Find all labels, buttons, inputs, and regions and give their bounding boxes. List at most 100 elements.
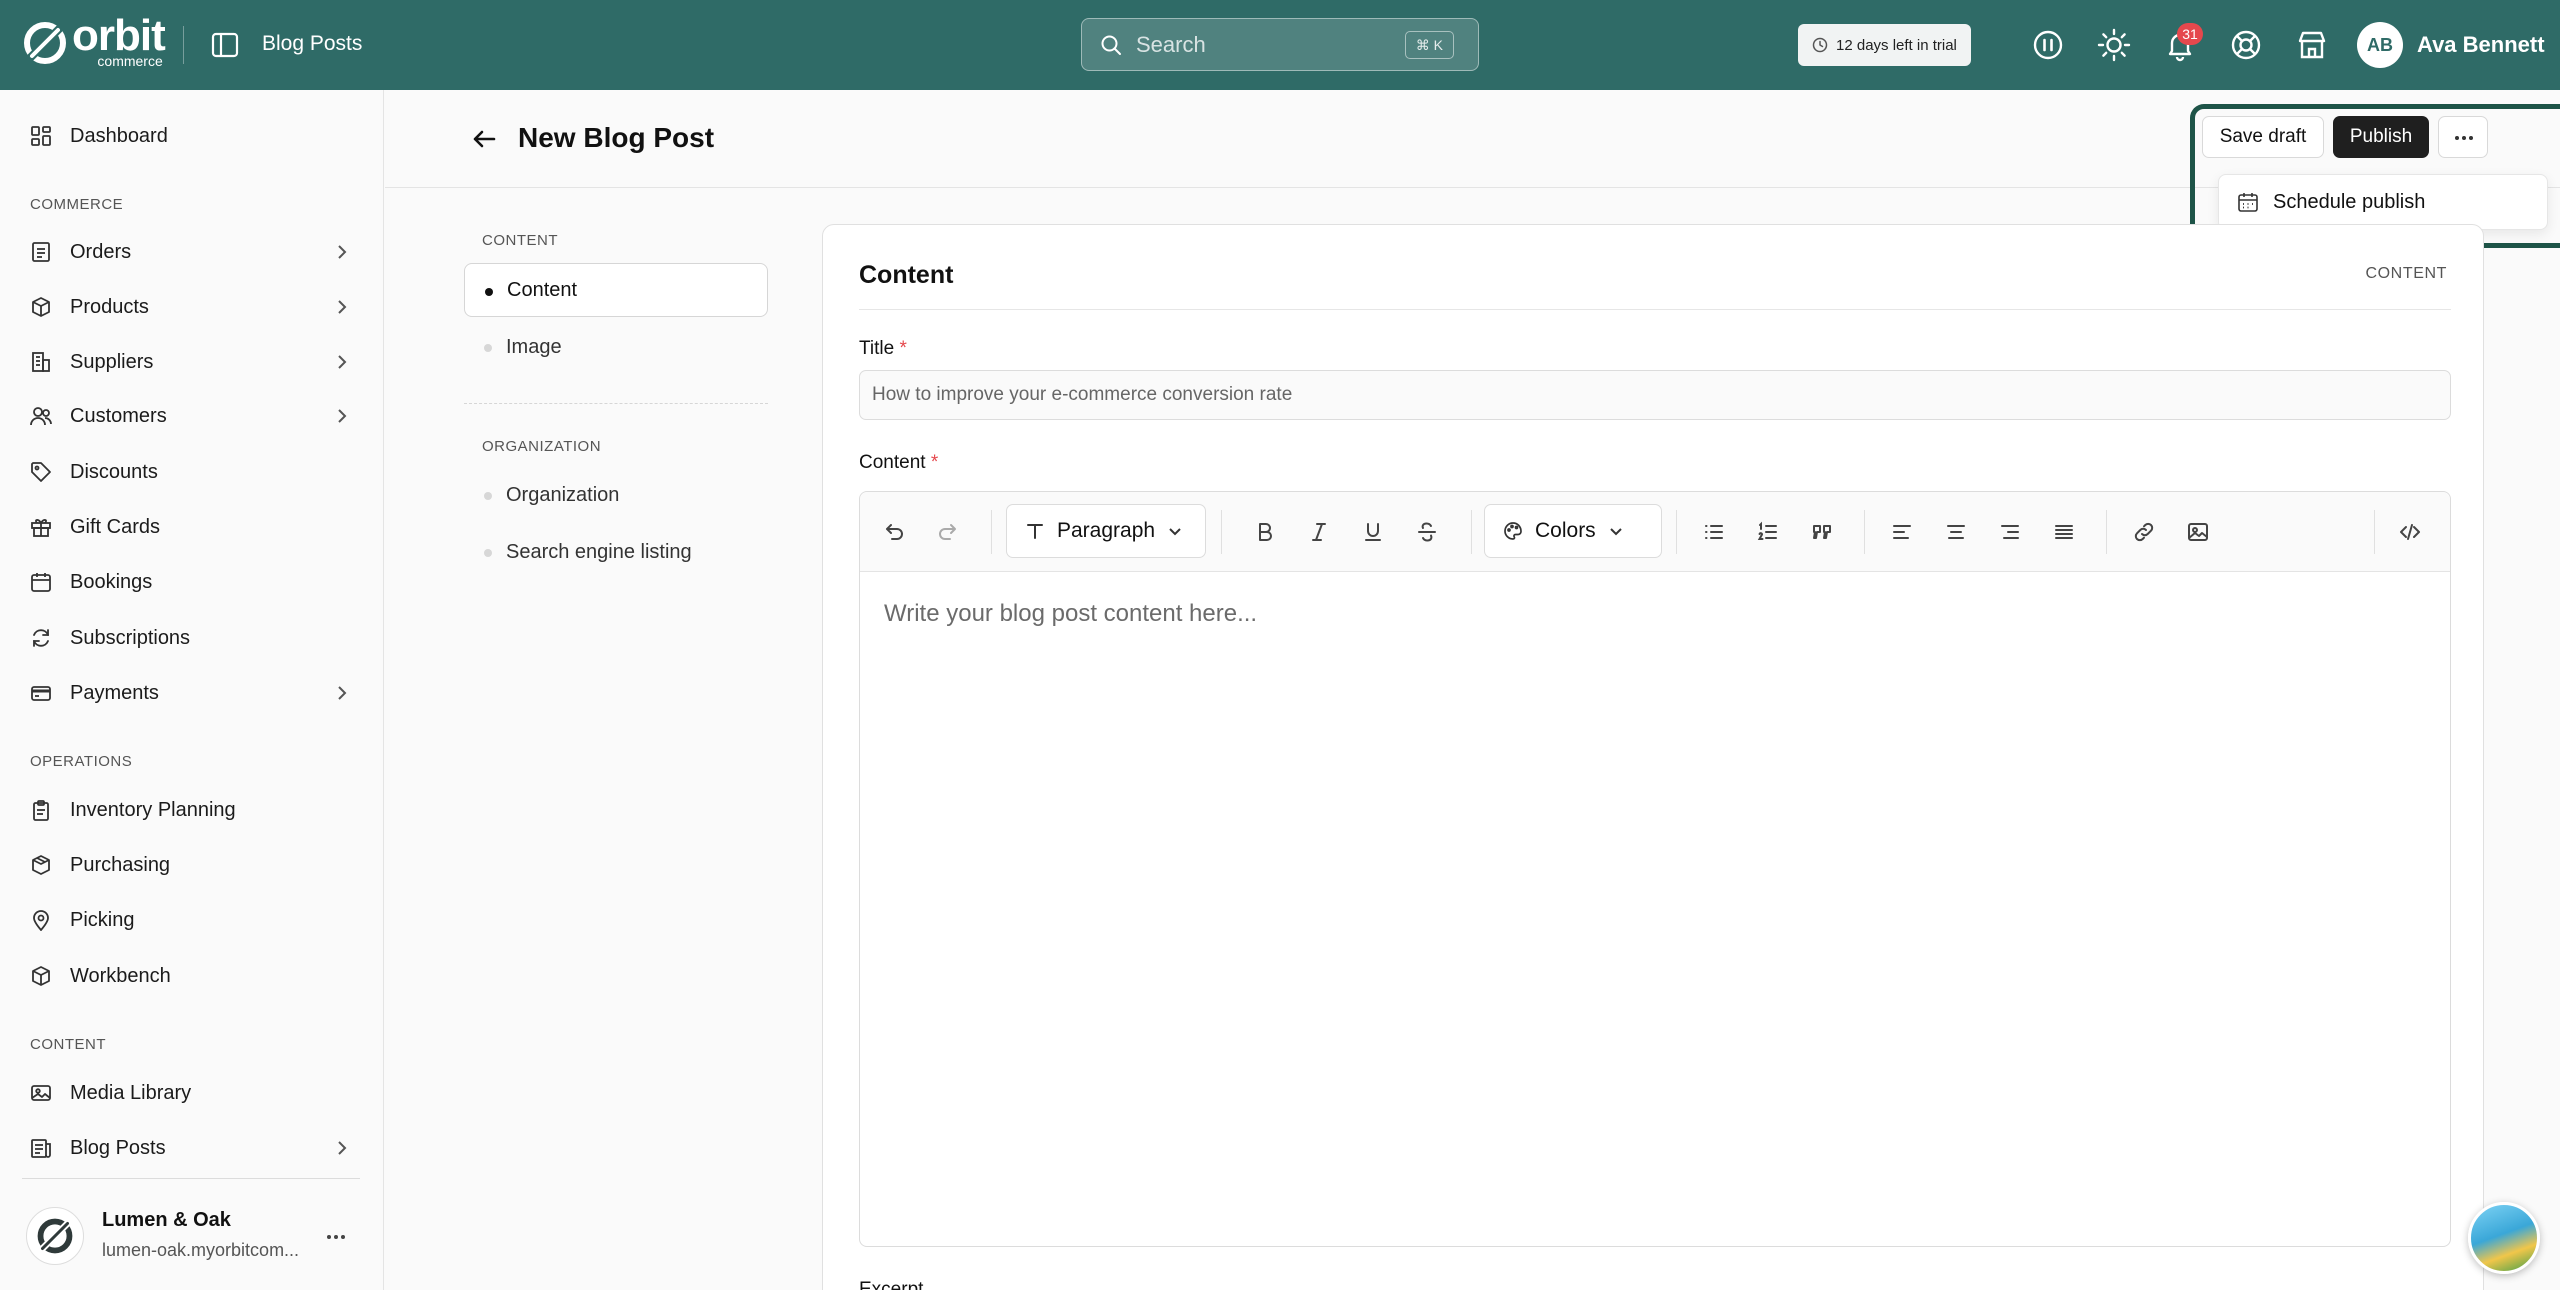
topbar-divider	[183, 26, 184, 64]
breadcrumb[interactable]: Blog Posts	[262, 32, 362, 56]
more-horizontal-icon[interactable]	[324, 1225, 348, 1249]
align-left-icon[interactable]	[1890, 520, 1914, 544]
active-dot	[485, 288, 493, 296]
secnav-item-content[interactable]: Content	[464, 263, 768, 317]
insert-image-icon[interactable]	[2186, 520, 2210, 544]
notification-count-badge: 31	[2177, 23, 2203, 45]
sidebar-item-picking[interactable]: Picking	[30, 900, 360, 940]
schedule-publish-menu-item[interactable]: Schedule publish	[2218, 174, 2548, 230]
user-name[interactable]: Ava Bennett	[2417, 32, 2545, 58]
assistant-avatar-button[interactable]	[2468, 1202, 2540, 1274]
clock-icon	[1812, 37, 1828, 53]
card-divider	[859, 309, 2451, 310]
sidebar-item-blog-posts[interactable]: Blog Posts	[30, 1128, 360, 1168]
tag-icon	[31, 462, 51, 482]
brand-logo[interactable]: orbit commerce	[22, 14, 166, 69]
secnav-item-organization[interactable]: Organization	[464, 468, 768, 522]
sun-icon[interactable]	[2097, 28, 2131, 62]
editor-toolbar: Paragraph Colors	[860, 492, 2450, 572]
credit-card-icon	[31, 686, 51, 701]
rich-text-editor[interactable]: Paragraph Colors Write your blog post co…	[859, 491, 2451, 1247]
purchase-box-icon	[32, 855, 50, 875]
help-lifebuoy-icon[interactable]	[2229, 28, 2263, 62]
underline-icon[interactable]	[1361, 520, 1385, 544]
secnav-item-image[interactable]: Image	[464, 320, 768, 374]
bullet-list-icon[interactable]	[1702, 520, 1726, 544]
store-switcher[interactable]: Lumen & Oak lumen-oak.myorbitcom...	[22, 1197, 362, 1273]
italic-icon[interactable]	[1307, 520, 1331, 544]
building-icon	[32, 352, 50, 372]
more-horizontal-icon	[2455, 136, 2473, 140]
chevron-down-icon	[1169, 528, 1181, 536]
link-icon[interactable]	[2132, 520, 2156, 544]
calendar-icon	[31, 573, 51, 592]
more-actions-button[interactable]	[2438, 116, 2488, 158]
align-right-icon[interactable]	[1998, 520, 2022, 544]
brand-sub: commerce	[97, 53, 163, 69]
publish-button[interactable]: Publish	[2333, 116, 2429, 158]
search-box[interactable]: ⌘ K	[1081, 18, 1479, 71]
sidebar-item-orders[interactable]: Orders	[30, 232, 360, 272]
align-justify-icon[interactable]	[2052, 520, 2076, 544]
gift-icon	[31, 519, 51, 537]
search-input[interactable]	[1136, 31, 1386, 58]
redo-icon[interactable]	[936, 520, 960, 544]
ai-assistant-icon[interactable]	[2031, 28, 2065, 62]
sidebar-item-inventory-planning[interactable]: Inventory Planning	[30, 790, 360, 830]
bold-icon[interactable]	[1253, 520, 1277, 544]
store-url: lumen-oak.myorbitcom...	[102, 1240, 300, 1260]
save-draft-button[interactable]: Save draft	[2202, 116, 2324, 158]
search-icon	[1101, 35, 1121, 55]
excerpt-label: Excerpt	[859, 1279, 924, 1290]
blockquote-icon[interactable]	[1810, 520, 1834, 544]
sidebar-item-discounts[interactable]: Discounts	[30, 452, 360, 492]
sidebar-item-gift-cards[interactable]: Gift Cards	[30, 507, 360, 547]
numbered-list-icon[interactable]	[1756, 520, 1780, 544]
trial-badge[interactable]: 12 days left in trial	[1798, 24, 1971, 66]
block-type-select[interactable]: Paragraph	[1006, 504, 1206, 558]
colors-select[interactable]: Colors	[1484, 504, 1662, 558]
sidebar: Dashboard COMMERCE Orders Products Suppl…	[0, 90, 384, 1290]
store-logo-icon	[26, 1207, 84, 1265]
title-input[interactable]	[859, 370, 2451, 420]
storefront-icon[interactable]	[2295, 28, 2329, 62]
code-view-icon[interactable]	[2398, 520, 2422, 544]
chevron-right-icon	[338, 686, 347, 700]
map-pin-icon	[33, 910, 49, 931]
avatar[interactable]: AB	[2357, 22, 2403, 68]
secnav-group-organization: ORGANIZATION	[482, 438, 602, 455]
palette-icon	[1504, 522, 1522, 540]
undo-icon[interactable]	[882, 520, 906, 544]
sidebar-toggle-icon[interactable]	[210, 30, 240, 60]
chevron-down-icon	[1609, 528, 1622, 536]
orbit-logo-icon	[24, 22, 66, 64]
sidebar-item-payments[interactable]: Payments	[30, 673, 360, 713]
content-label: Content *	[859, 452, 939, 473]
chevron-right-icon	[338, 245, 347, 259]
section-commerce: COMMERCE	[30, 196, 124, 213]
chevron-right-icon	[338, 1141, 347, 1155]
sidebar-item-media-library[interactable]: Media Library	[30, 1073, 360, 1113]
top-bar: orbit commerce Blog Posts ⌘ K 12 days le…	[0, 0, 2560, 90]
refresh-icon	[33, 629, 49, 647]
card-tag: CONTENT	[2365, 265, 2447, 282]
section-content: CONTENT	[30, 1036, 106, 1053]
secnav-item-search-engine-listing[interactable]: Search engine listing	[464, 525, 768, 579]
sidebar-item-products[interactable]: Products	[30, 287, 360, 327]
clipboard-icon	[33, 800, 49, 821]
store-name: Lumen & Oak	[102, 1209, 231, 1231]
sidebar-item-subscriptions[interactable]: Subscriptions	[30, 618, 360, 658]
newspaper-icon	[31, 1139, 51, 1158]
sidebar-item-bookings[interactable]: Bookings	[30, 562, 360, 602]
sidebar-item-purchasing[interactable]: Purchasing	[30, 845, 360, 885]
sidebar-item-customers[interactable]: Customers	[30, 396, 360, 436]
sidebar-item-dashboard[interactable]: Dashboard	[30, 116, 360, 156]
strikethrough-icon[interactable]	[1415, 520, 1439, 544]
align-center-icon[interactable]	[1944, 520, 1968, 544]
secnav-divider	[464, 403, 768, 404]
arrow-left-icon[interactable]	[469, 124, 499, 154]
sidebar-item-workbench[interactable]: Workbench	[30, 956, 360, 996]
search-shortcut: ⌘ K	[1404, 31, 1454, 59]
calendar-icon	[2238, 193, 2258, 212]
sidebar-item-suppliers[interactable]: Suppliers	[30, 342, 360, 382]
